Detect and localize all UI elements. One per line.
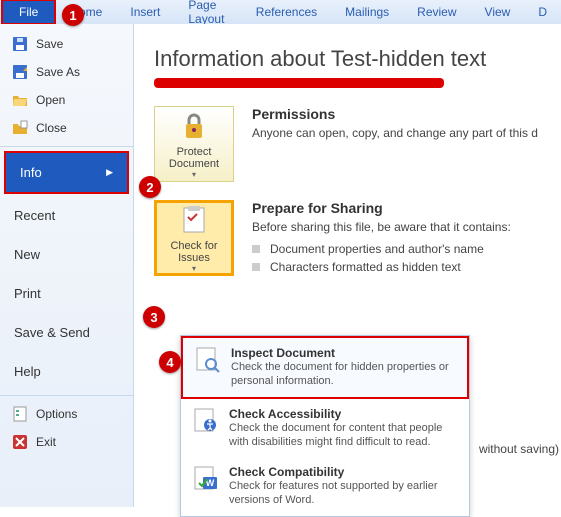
prepare-bullet: Document properties and author's name — [252, 240, 511, 258]
ribbon-tabs: File Home Insert Page Layout References … — [0, 0, 561, 24]
tab-review[interactable]: Review — [403, 1, 470, 23]
dropdown-arrow-icon: ▾ — [192, 170, 196, 179]
save-icon — [12, 36, 28, 52]
tab-file[interactable]: File — [1, 0, 56, 25]
accessibility-icon — [191, 407, 219, 435]
menu-print-label: Print — [14, 286, 41, 301]
protect-document-label: Protect Document — [159, 146, 229, 170]
check-issues-dropdown: Inspect Document Check the document for … — [180, 335, 470, 517]
compatibility-icon: W — [191, 465, 219, 493]
menu-print[interactable]: Print — [0, 274, 133, 313]
dropdown-item-desc: Check the document for content that peop… — [229, 421, 459, 450]
menu-separator — [0, 395, 133, 396]
menu-recent[interactable]: Recent — [0, 196, 133, 235]
menu-open[interactable]: Open — [0, 86, 133, 114]
inspect-icon — [193, 346, 221, 374]
dropdown-item-desc: Check the document for hidden properties… — [231, 360, 457, 389]
close-icon — [12, 120, 28, 136]
prepare-heading: Prepare for Sharing — [252, 200, 511, 216]
annotation-badge-1: 1 — [62, 4, 84, 26]
dropdown-arrow-icon: ▾ — [192, 264, 196, 273]
page-title: Information about Test-hidden text — [154, 46, 561, 72]
truncated-text: without saving) — [479, 442, 559, 456]
permissions-body: Anyone can open, copy, and change any pa… — [252, 126, 538, 140]
backstage-left-panel: Save Save As Open Close Info ▶ Recent Ne… — [0, 24, 134, 507]
menu-recent-label: Recent — [14, 208, 55, 223]
dropdown-item-title: Check Accessibility — [229, 407, 459, 421]
lock-icon — [178, 110, 210, 142]
menu-info[interactable]: Info ▶ — [4, 151, 129, 194]
menu-saveas[interactable]: Save As — [0, 58, 133, 86]
dropdown-item-desc: Check for features not supported by earl… — [229, 479, 459, 508]
menu-saveas-label: Save As — [36, 65, 80, 79]
menu-options[interactable]: Options — [0, 400, 133, 428]
menu-save-label: Save — [36, 37, 63, 51]
tab-mailings[interactable]: Mailings — [331, 1, 403, 23]
tab-insert[interactable]: Insert — [116, 1, 174, 23]
menu-help-label: Help — [14, 364, 41, 379]
chevron-right-icon: ▶ — [106, 167, 113, 178]
open-icon — [12, 92, 28, 108]
prepare-body: Before sharing this file, be aware that … — [252, 220, 511, 234]
tab-cut[interactable]: D — [524, 1, 561, 23]
exit-icon — [12, 434, 28, 450]
options-icon — [12, 406, 28, 422]
menu-close[interactable]: Close — [0, 114, 133, 142]
redaction-mark — [154, 78, 444, 88]
dropdown-item-title: Check Compatibility — [229, 465, 459, 479]
dropdown-check-accessibility[interactable]: Check Accessibility Check the document f… — [181, 399, 469, 458]
annotation-badge-4: 4 — [159, 351, 181, 373]
checklist-icon — [178, 204, 210, 236]
menu-new[interactable]: New — [0, 235, 133, 274]
annotation-badge-2: 2 — [139, 176, 161, 198]
save-as-icon — [12, 64, 28, 80]
menu-save[interactable]: Save — [0, 30, 133, 58]
menu-separator — [0, 146, 133, 147]
menu-options-label: Options — [36, 407, 77, 421]
dropdown-item-title: Inspect Document — [231, 346, 457, 360]
annotation-badge-3: 3 — [143, 306, 165, 328]
menu-savesend-label: Save & Send — [14, 325, 90, 340]
tab-view[interactable]: View — [471, 1, 525, 23]
menu-exit[interactable]: Exit — [0, 428, 133, 456]
menu-info-label: Info — [20, 165, 42, 180]
menu-exit-label: Exit — [36, 435, 56, 449]
menu-close-label: Close — [36, 121, 67, 135]
menu-savesend[interactable]: Save & Send — [0, 313, 133, 352]
dropdown-inspect-document[interactable]: Inspect Document Check the document for … — [181, 336, 469, 399]
menu-open-label: Open — [36, 93, 65, 107]
check-for-issues-button[interactable]: Check for Issues▾ — [154, 200, 234, 276]
prepare-bullet: Characters formatted as hidden text — [252, 258, 511, 276]
protect-document-button[interactable]: Protect Document▾ — [154, 106, 234, 182]
menu-new-label: New — [14, 247, 40, 262]
permissions-heading: Permissions — [252, 106, 538, 122]
menu-help[interactable]: Help — [0, 352, 133, 391]
check-for-issues-label: Check for Issues — [161, 240, 227, 264]
tab-references[interactable]: References — [242, 1, 331, 23]
